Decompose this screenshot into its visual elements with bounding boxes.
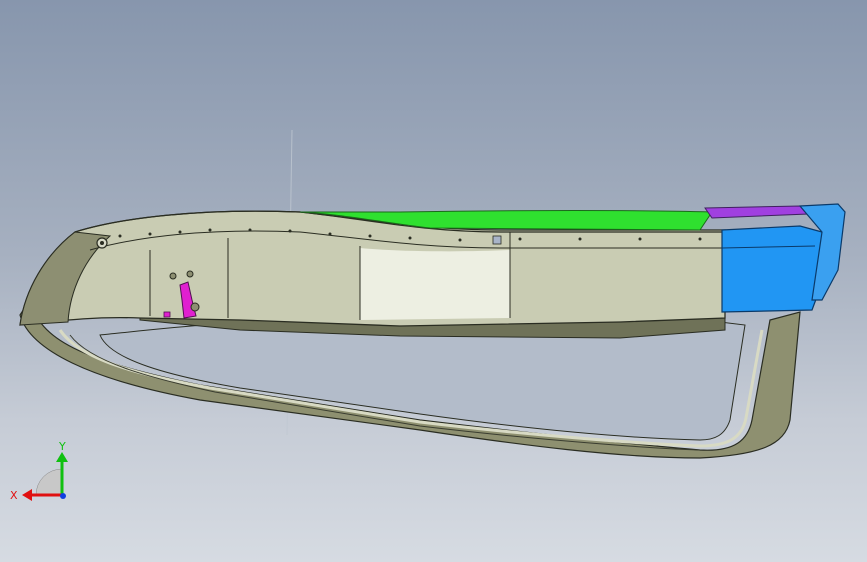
blue-end-cap[interactable] bbox=[721, 225, 826, 313]
cad-model[interactable] bbox=[0, 0, 867, 562]
y-axis-label: Y bbox=[58, 440, 66, 453]
triad-plane-indicator bbox=[35, 468, 63, 496]
square-tab bbox=[492, 235, 502, 245]
x-axis-label: X bbox=[10, 489, 18, 502]
latch-hole-2 bbox=[186, 270, 194, 278]
magenta-tab[interactable] bbox=[163, 311, 171, 318]
axis-triad[interactable]: Y X bbox=[10, 440, 80, 510]
z-axis-dot bbox=[60, 493, 66, 499]
purple-bracket[interactable] bbox=[704, 205, 810, 219]
3d-viewport[interactable]: Y X bbox=[0, 0, 867, 562]
x-axis-arrow bbox=[22, 489, 32, 501]
latch-hole-1 bbox=[169, 272, 177, 280]
latch-hole-3 bbox=[190, 302, 200, 312]
front-bolt-inner bbox=[100, 241, 104, 245]
beam-specular bbox=[360, 248, 510, 320]
y-axis-arrow bbox=[56, 452, 68, 462]
